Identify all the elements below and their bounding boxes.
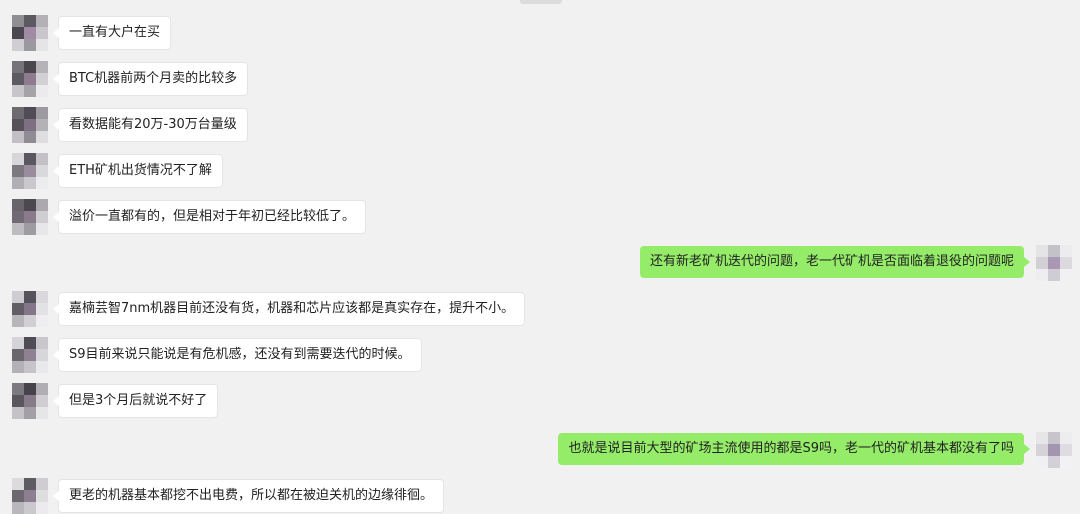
chat-message-incoming: 更老的机器基本都挖不出电费，所以都在被迫关机的边缘徘徊。 xyxy=(0,478,1080,514)
message-bubble[interactable]: ETH矿机出货情况不了解 xyxy=(53,154,223,188)
avatar[interactable] xyxy=(12,199,48,235)
avatar[interactable] xyxy=(12,61,48,97)
chat-message-incoming: 嘉楠芸智7nm机器目前还没有货，机器和芯片应该都是真实存在，提升不小。 xyxy=(0,291,1080,327)
chat-message-incoming: 一直有大户在买 xyxy=(0,15,1080,51)
message-bubble[interactable]: 嘉楠芸智7nm机器目前还没有货，机器和芯片应该都是真实存在，提升不小。 xyxy=(52,292,526,326)
avatar[interactable] xyxy=(12,337,48,373)
message-bubble[interactable]: 还有新老矿机迭代的问题，老一代矿机是否面临着退役的问题呢 xyxy=(639,246,1031,278)
message-bubble[interactable]: BTC机器前两个月卖的比较多 xyxy=(52,62,249,96)
avatar[interactable] xyxy=(1036,432,1072,468)
message-bubble[interactable]: 但是3个月后就说不好了 xyxy=(52,384,219,418)
avatar[interactable] xyxy=(12,107,48,143)
message-bubble[interactable]: 也就是说目前大型的矿场主流使用的都是S9吗，老一代的矿机基本都没有了吗 xyxy=(558,433,1030,465)
message-bubble[interactable]: 一直有大户在买 xyxy=(52,16,172,50)
message-bubble[interactable]: 溢价一直都有的，但是相对于年初已经比较低了。 xyxy=(52,200,367,234)
message-bubble[interactable]: 更老的机器基本都挖不出电费，所以都在被迫关机的边缘徘徊。 xyxy=(52,479,445,513)
message-bubble[interactable]: S9目前来说只能说是有危机感，还没有到需要迭代的时候。 xyxy=(53,338,422,372)
avatar[interactable] xyxy=(12,15,48,51)
chat-message-incoming: 看数据能有20万-30万台量级 xyxy=(0,107,1080,143)
chat-message-incoming: 但是3个月后就说不好了 xyxy=(0,383,1080,419)
chat-message-incoming: BTC机器前两个月卖的比较多 xyxy=(0,61,1080,97)
avatar[interactable] xyxy=(12,478,48,514)
message-bubble[interactable]: 看数据能有20万-30万台量级 xyxy=(53,108,248,142)
top-notch xyxy=(520,0,562,4)
chat-message-outgoing: 还有新老矿机迭代的问题，老一代矿机是否面临着退役的问题呢 xyxy=(0,245,1080,281)
avatar[interactable] xyxy=(12,291,48,327)
avatar[interactable] xyxy=(12,153,48,189)
chat-message-outgoing: 也就是说目前大型的矿场主流使用的都是S9吗，老一代的矿机基本都没有了吗 xyxy=(0,432,1080,468)
chat-message-incoming: 溢价一直都有的，但是相对于年初已经比较低了。 xyxy=(0,199,1080,235)
chat-message-incoming: S9目前来说只能说是有危机感，还没有到需要迭代的时候。 xyxy=(0,337,1080,373)
chat-message-incoming: ETH矿机出货情况不了解 xyxy=(0,153,1080,189)
avatar[interactable] xyxy=(1036,245,1072,281)
avatar[interactable] xyxy=(12,383,48,419)
